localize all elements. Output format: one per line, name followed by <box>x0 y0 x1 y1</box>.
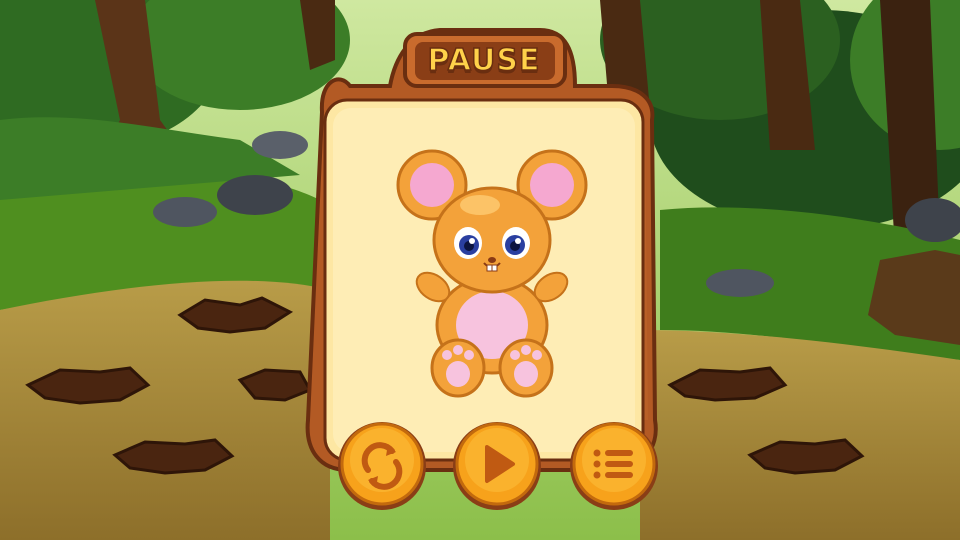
restart-button[interactable] <box>334 418 430 514</box>
pause-title: PAUSE <box>427 42 541 79</box>
play-icon <box>453 422 541 510</box>
restart-icon <box>338 422 426 510</box>
menu-button[interactable] <box>566 418 662 514</box>
play-button[interactable] <box>449 418 545 514</box>
menu-list-icon <box>570 422 658 510</box>
